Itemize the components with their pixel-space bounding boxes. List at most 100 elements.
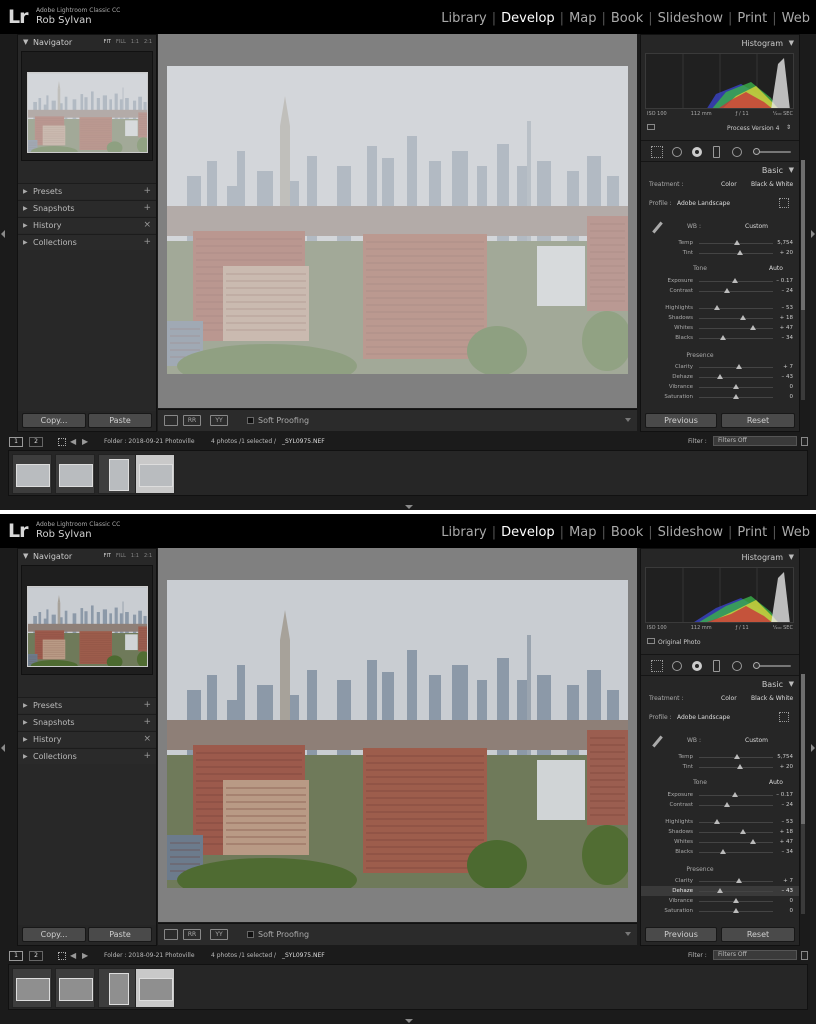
- slider-knob[interactable]: [734, 240, 741, 245]
- main-window-button[interactable]: 1: [9, 437, 23, 447]
- expand-triangle-icon[interactable]: ▶: [23, 205, 28, 212]
- navigator-header[interactable]: ▼ Navigator FIT FILL 1:1 2:1: [18, 549, 156, 564]
- navigator-thumbnail[interactable]: [27, 72, 148, 153]
- presence-clarity-slider[interactable]: Clarity + 7: [641, 362, 799, 372]
- paste-button[interactable]: Paste: [88, 413, 152, 428]
- slider-knob[interactable]: [733, 384, 739, 389]
- back-arrow-icon[interactable]: ◀: [70, 951, 76, 960]
- filmstrip-thumbnail[interactable]: [98, 454, 138, 494]
- slider-value[interactable]: + 47: [780, 839, 793, 845]
- histogram-graph[interactable]: [645, 53, 794, 109]
- tone-exposure-slider[interactable]: Exposure – 0.17: [641, 276, 799, 286]
- panel-collections[interactable]: ▶ Collections +: [18, 234, 156, 250]
- module-map[interactable]: Map: [569, 11, 596, 26]
- slider-value[interactable]: + 7: [783, 364, 793, 370]
- reset-button[interactable]: Reset: [721, 927, 795, 942]
- navigator-preview[interactable]: [21, 51, 153, 161]
- collapse-triangle-icon[interactable]: ▼: [789, 553, 794, 561]
- slider-value[interactable]: 0: [790, 898, 794, 904]
- histogram-header[interactable]: Histogram ▼: [641, 35, 799, 51]
- slider-value[interactable]: 0: [790, 908, 794, 914]
- basic-header[interactable]: Basic ▼: [641, 163, 799, 178]
- presence-vibrance-slider[interactable]: Vibrance 0: [641, 896, 799, 906]
- red-eye-icon[interactable]: [692, 661, 702, 671]
- before-after-icon[interactable]: RR: [183, 415, 201, 426]
- left-panel-toggle[interactable]: [1, 230, 5, 238]
- expand-triangle-icon[interactable]: ▶: [23, 702, 28, 709]
- basic-header[interactable]: Basic ▼: [641, 677, 799, 692]
- slider-value[interactable]: + 20: [780, 250, 793, 256]
- right-panel-scrollbar[interactable]: [801, 674, 805, 914]
- slider-value[interactable]: – 53: [782, 819, 794, 825]
- slider-track[interactable]: [699, 394, 773, 399]
- selected-filename[interactable]: _SYL0975.NEF: [282, 952, 325, 959]
- wb-tint-slider[interactable]: Tint + 20: [641, 248, 799, 258]
- slider-track[interactable]: [699, 325, 773, 330]
- slider-track[interactable]: [699, 335, 773, 340]
- slider-knob[interactable]: [733, 908, 739, 913]
- slider-knob[interactable]: [750, 839, 757, 844]
- slider-track[interactable]: [699, 754, 773, 759]
- slider-value[interactable]: – 34: [782, 335, 794, 341]
- slider-value[interactable]: 0: [790, 394, 794, 400]
- slider-track[interactable]: [699, 849, 773, 854]
- collapse-triangle-icon[interactable]: ▼: [789, 166, 794, 174]
- slider-track[interactable]: [699, 829, 773, 834]
- panel-action-icon[interactable]: +: [143, 717, 151, 727]
- before-after-split-icon[interactable]: YY: [210, 415, 228, 426]
- slider-knob[interactable]: [716, 374, 723, 379]
- module-web[interactable]: Web: [782, 525, 810, 540]
- filmstrip-thumbnail-selected[interactable]: [135, 454, 175, 494]
- process-version[interactable]: Original Photo: [658, 639, 701, 646]
- slider-value[interactable]: – 34: [782, 849, 794, 855]
- eyedropper-icon[interactable]: [651, 735, 665, 749]
- slider-knob[interactable]: [733, 898, 739, 903]
- filmstrip-thumbnail[interactable]: [55, 454, 95, 494]
- slider-track[interactable]: [699, 802, 773, 807]
- treatment-color[interactable]: Color: [721, 695, 737, 702]
- red-eye-icon[interactable]: [692, 147, 702, 157]
- wb-tint-slider[interactable]: Tint + 20: [641, 762, 799, 772]
- zoom-1-1[interactable]: 1:1: [131, 39, 139, 45]
- slider-knob[interactable]: [716, 888, 723, 893]
- loupe-view-icon[interactable]: [164, 415, 178, 426]
- filmstrip-thumbnail[interactable]: [12, 968, 52, 1008]
- presence-dehaze-slider[interactable]: Dehaze – 43: [641, 372, 799, 382]
- slider-track[interactable]: [699, 278, 773, 283]
- collapse-triangle-icon[interactable]: ▼: [23, 38, 28, 46]
- filmstrip-thumbnail[interactable]: [55, 968, 95, 1008]
- slider-value[interactable]: + 18: [780, 829, 793, 835]
- slider-track[interactable]: [699, 792, 773, 797]
- filter-lock-icon[interactable]: [801, 437, 808, 446]
- slider-value[interactable]: – 0.17: [776, 278, 793, 284]
- slider-knob[interactable]: [731, 278, 738, 283]
- bottom-panel-toggle[interactable]: [405, 1019, 413, 1023]
- zoom-2-1[interactable]: 2:1: [144, 39, 152, 45]
- right-panel-toggle[interactable]: [811, 230, 815, 238]
- slider-track[interactable]: [699, 305, 773, 310]
- slider-knob[interactable]: [739, 315, 746, 320]
- slider-value[interactable]: 5,754: [777, 754, 793, 760]
- zoom-fill[interactable]: FILL: [116, 39, 126, 45]
- slider-value[interactable]: + 18: [780, 315, 793, 321]
- slider-value[interactable]: – 43: [782, 374, 794, 380]
- panel-action-icon[interactable]: +: [143, 186, 151, 196]
- panel-action-icon[interactable]: +: [143, 237, 151, 247]
- panel-action-icon[interactable]: ×: [143, 734, 151, 744]
- slider-track[interactable]: [699, 908, 773, 913]
- slider-value[interactable]: – 43: [782, 888, 794, 894]
- slider-track[interactable]: [699, 819, 773, 824]
- slider-track[interactable]: [699, 839, 773, 844]
- tone-auto-button[interactable]: Auto: [769, 265, 783, 272]
- filter-lock-icon[interactable]: [801, 951, 808, 960]
- folder-source[interactable]: Folder : 2018-09-21 Photoville: [104, 438, 195, 445]
- forward-arrow-icon[interactable]: ▶: [82, 437, 88, 446]
- expand-triangle-icon[interactable]: ▶: [23, 188, 28, 195]
- histogram-header[interactable]: Histogram ▼: [641, 549, 799, 565]
- slider-knob[interactable]: [713, 305, 720, 310]
- slider-track[interactable]: [699, 888, 773, 893]
- spot-removal-icon[interactable]: [672, 147, 682, 157]
- module-develop[interactable]: Develop: [501, 11, 555, 26]
- eyedropper-icon[interactable]: [651, 221, 665, 235]
- profile-dropdown[interactable]: Adobe Landscape: [677, 200, 730, 207]
